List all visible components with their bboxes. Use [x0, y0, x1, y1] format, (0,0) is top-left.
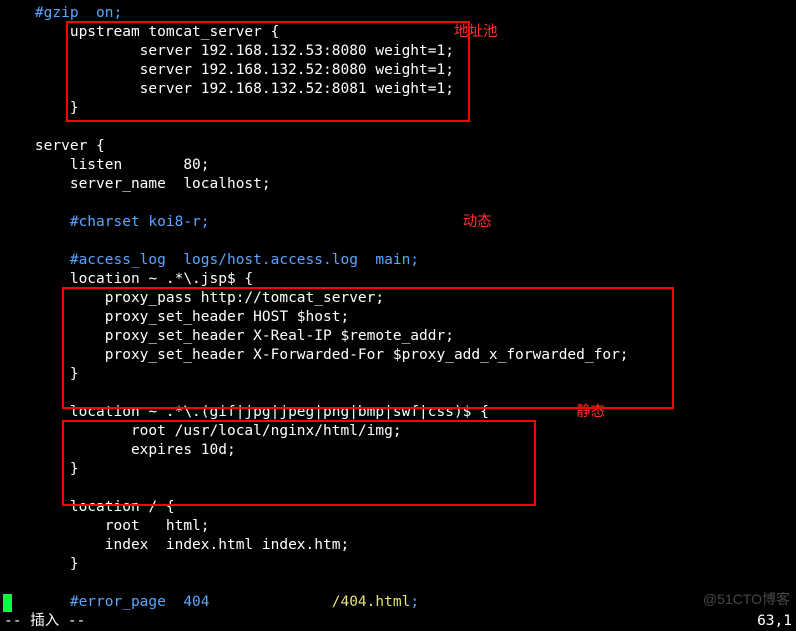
cfg-line: server { — [0, 138, 105, 154]
string-404: /404.html — [210, 594, 411, 610]
vim-mode-indicator: -- 插入 -- — [4, 612, 85, 631]
cfg-line: } — [0, 461, 79, 477]
cfg-line: expires 10d; — [0, 442, 236, 458]
cfg-line: upstream tomcat_server { — [0, 24, 279, 40]
cfg-line: server 192.168.132.53:8080 weight=1; — [0, 43, 454, 59]
cfg-line: } — [0, 366, 79, 382]
comment-gzip: #gzip on; — [0, 5, 122, 21]
watermark: @51CTO博客 — [703, 590, 790, 609]
cfg-line: proxy_set_header X-Forwarded-For $proxy_… — [0, 347, 629, 363]
comment-accesslog: #access_log logs/host.access.log main; — [0, 252, 419, 268]
editor-cursor — [3, 594, 12, 612]
cfg-line: location ~ .*\.(gif|jpg|jpeg|png|bmp|swf… — [0, 404, 489, 420]
cfg-line: location ~ .*\.jsp$ { — [0, 271, 253, 287]
annotation-static: 静态 — [576, 404, 605, 420]
annotation-dynamic: 动态 — [463, 214, 492, 230]
comment-semi: ; — [410, 594, 419, 610]
cfg-line: root html; — [0, 518, 210, 534]
editor-content[interactable]: #gzip on; upstream tomcat_server { 地址池 s… — [0, 0, 629, 612]
cfg-line: server 192.168.132.52:8080 weight=1; — [0, 62, 454, 78]
cfg-line: root /usr/local/nginx/html/img; — [0, 423, 402, 439]
cfg-line: proxy_pass http://tomcat_server; — [0, 290, 384, 306]
comment-charset: #charset koi8-r; — [0, 214, 210, 230]
cfg-line: } — [0, 100, 79, 116]
comment-errorpage: #error_page 404 — [0, 594, 210, 610]
cfg-line: server_name localhost; — [0, 176, 271, 192]
cfg-line: proxy_set_header HOST $host; — [0, 309, 349, 325]
annotation-pool: 地址池 — [454, 24, 498, 40]
cfg-line: } — [0, 556, 79, 572]
cfg-line: location / { — [0, 499, 175, 515]
terminal-screen[interactable]: #gzip on; upstream tomcat_server { 地址池 s… — [0, 0, 796, 631]
cfg-line: listen 80; — [0, 157, 210, 173]
cfg-line: proxy_set_header X-Real-IP $remote_addr; — [0, 328, 454, 344]
cfg-line: index index.html index.htm; — [0, 537, 349, 553]
cursor-position: 63,1 — [757, 612, 792, 631]
status-bar: -- 插入 -- 63,1 — [0, 612, 796, 631]
cfg-line: server 192.168.132.52:8081 weight=1; — [0, 81, 454, 97]
